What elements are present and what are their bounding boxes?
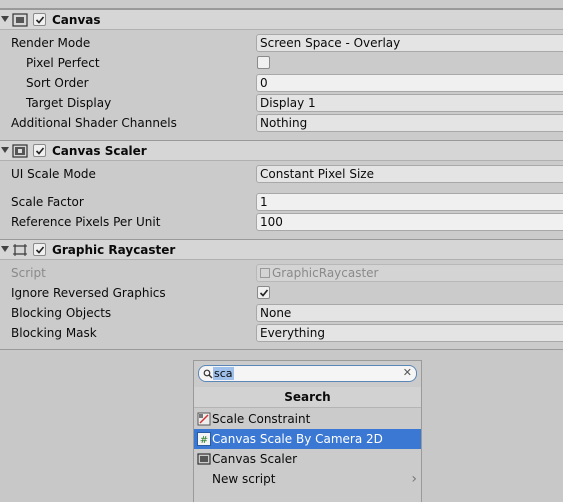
result-canvas-scale-by-camera-2d[interactable]: # Canvas Scale By Camera 2D [194,429,421,449]
canvas-scaler-icon [12,144,28,158]
render-mode-label: Render Mode [11,36,91,50]
blocking-mask-row: Blocking Mask Everything [0,323,563,343]
ignore-reversed-row: Ignore Reversed Graphics [0,283,563,303]
ui-scale-mode-dropdown[interactable]: Constant Pixel Size [256,165,563,183]
canvas-scaler-component-header[interactable]: Canvas Scaler [0,140,563,161]
sort-order-row: Sort Order 0 [0,73,563,93]
script-row: Script GraphicRaycaster [0,263,563,283]
script-file-icon [260,268,270,278]
sort-order-input[interactable]: 0 [256,74,563,92]
graphic-raycaster-title: Graphic Raycaster [52,243,176,257]
inspector-panel: Canvas Render Mode Screen Space - Overla… [0,0,563,350]
canvas-scaler-enabled-checkbox[interactable] [33,144,46,157]
blocking-mask-label: Blocking Mask [11,326,97,340]
pixel-perfect-row: Pixel Perfect [0,53,563,73]
script-label: Script [11,266,46,280]
popup-title: Search [194,387,421,408]
scale-factor-row: Scale Factor 1 [0,192,563,212]
component-search-input[interactable]: sca ✕ [198,365,417,382]
ignore-reversed-checkbox[interactable] [257,286,270,299]
result-label: Canvas Scale By Camera 2D [212,432,383,446]
inspector-bottom-divider [0,349,563,350]
canvas-icon [12,13,28,27]
target-display-label: Target Display [26,96,112,110]
shader-channels-row: Additional Shader Channels Nothing [0,113,563,133]
previous-component-footer [0,0,563,9]
search-icon [203,368,213,382]
result-scale-constraint[interactable]: Scale Constraint [194,409,421,429]
pixel-perfect-checkbox[interactable] [257,56,270,69]
blocking-objects-row: Blocking Objects None [0,303,563,323]
result-label: New script [212,472,276,486]
result-label: Scale Constraint [212,412,311,426]
script-object-field: GraphicRaycaster [256,264,563,282]
render-mode-dropdown[interactable]: Screen Space - Overlay [256,34,563,52]
result-canvas-scaler[interactable]: Canvas Scaler [194,449,421,469]
shader-channels-dropdown[interactable]: Nothing [256,114,563,132]
pixel-perfect-label: Pixel Perfect [26,56,100,70]
add-component-popup: sca ✕ Search Scale Constraint # Canvas S… [193,360,422,502]
script-hash-icon: # [197,432,211,446]
foldout-arrow-icon[interactable] [1,147,9,153]
sort-order-label: Sort Order [26,76,89,90]
shader-channels-label: Additional Shader Channels [11,116,177,130]
foldout-arrow-icon[interactable] [1,16,9,22]
result-new-script[interactable]: New script › [194,469,421,489]
canvas-scaler-icon [197,452,211,466]
blocking-objects-label: Blocking Objects [11,306,112,320]
search-value: sca [213,367,234,380]
foldout-arrow-icon[interactable] [1,246,9,252]
ui-scale-mode-row: UI Scale Mode Constant Pixel Size [0,164,563,184]
graphic-raycaster-component-header[interactable]: Graphic Raycaster [0,239,563,260]
svg-text:#: # [200,435,208,446]
blocking-mask-dropdown[interactable]: Everything [256,324,563,342]
ignore-reversed-label: Ignore Reversed Graphics [11,286,166,300]
target-display-row: Target Display Display 1 [0,93,563,113]
scale-factor-label: Scale Factor [11,195,84,209]
ref-pixels-row: Reference Pixels Per Unit 100 [0,212,563,232]
clear-search-icon[interactable]: ✕ [403,366,412,379]
raycaster-icon [12,243,28,257]
chevron-right-icon: › [411,471,417,487]
render-mode-row: Render Mode Screen Space - Overlay [0,33,563,53]
graphic-raycaster-enabled-checkbox[interactable] [33,243,46,256]
scale-factor-input[interactable]: 1 [256,193,563,211]
canvas-scaler-title: Canvas Scaler [52,144,147,158]
blocking-objects-dropdown[interactable]: None [256,304,563,322]
scale-constraint-icon [197,412,211,426]
ref-pixels-input[interactable]: 100 [256,213,563,231]
canvas-component-header[interactable]: Canvas [0,9,563,30]
target-display-dropdown[interactable]: Display 1 [256,94,563,112]
ui-scale-mode-label: UI Scale Mode [11,167,96,181]
canvas-enabled-checkbox[interactable] [33,13,46,26]
result-label: Canvas Scaler [212,452,298,466]
ref-pixels-label: Reference Pixels Per Unit [11,215,161,229]
script-value: GraphicRaycaster [272,266,379,280]
canvas-title: Canvas [52,13,101,27]
